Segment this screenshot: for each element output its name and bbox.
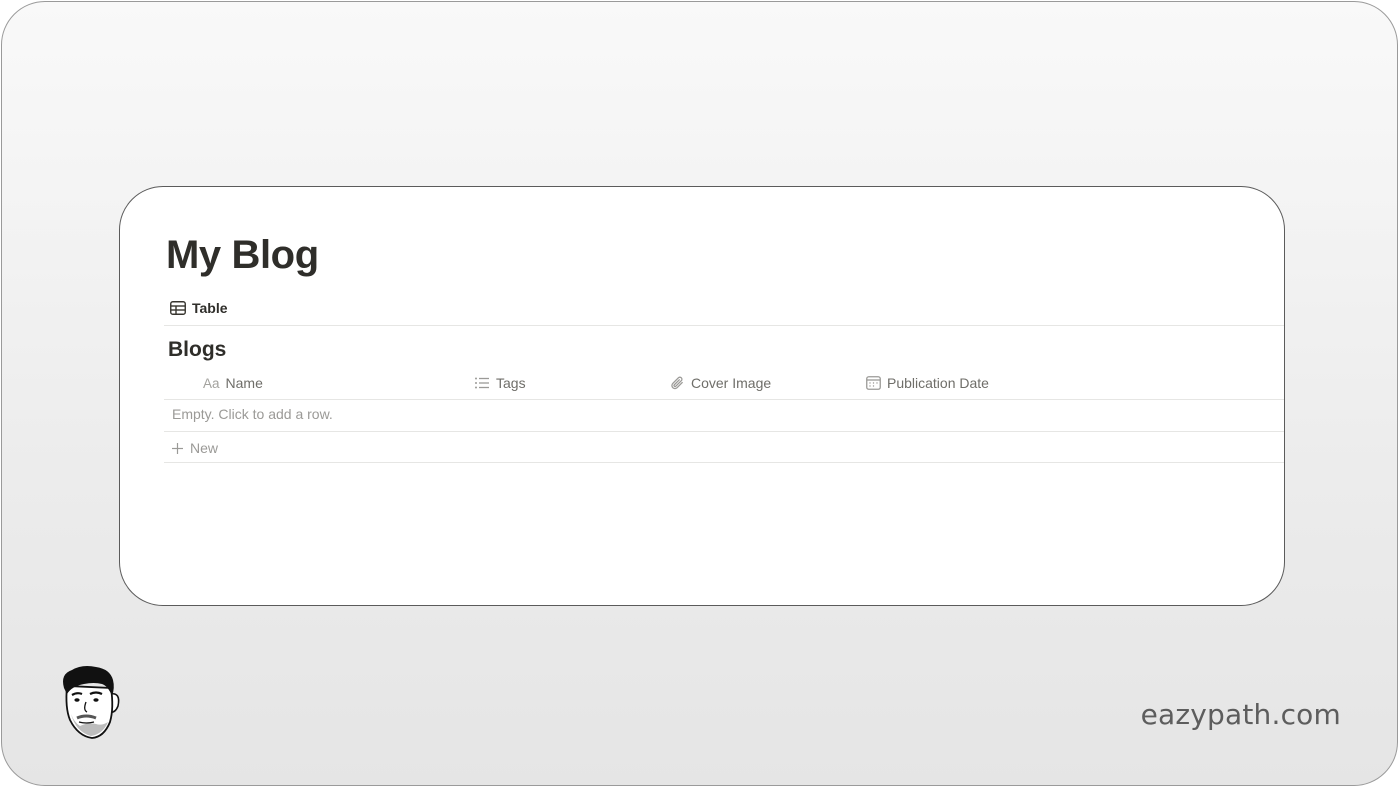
column-header-cover-image[interactable]: Cover Image bbox=[670, 371, 771, 395]
table-icon bbox=[170, 301, 186, 315]
view-tab-label: Table bbox=[192, 300, 228, 316]
column-header-tags[interactable]: Tags bbox=[474, 371, 526, 395]
calendar-icon bbox=[866, 376, 881, 390]
view-divider bbox=[164, 325, 1284, 326]
column-header-label: Cover Image bbox=[691, 375, 772, 391]
column-header-label: Publication Date bbox=[887, 375, 989, 391]
site-brand: eazypath.com bbox=[1140, 698, 1341, 731]
new-row-button[interactable]: New bbox=[171, 437, 218, 459]
new-row-label: New bbox=[190, 440, 219, 456]
text-type-icon: Aa bbox=[203, 375, 220, 391]
row-divider bbox=[164, 431, 1284, 432]
column-header-label: Name bbox=[225, 375, 263, 391]
notion-page-card: My Blog Table Blogs Aa Name Tags Cover I… bbox=[119, 186, 1285, 606]
database-title[interactable]: Blogs bbox=[168, 338, 226, 362]
empty-table-placeholder[interactable]: Empty. Click to add a row. bbox=[172, 406, 333, 422]
view-tab-table[interactable]: Table bbox=[170, 297, 228, 319]
column-header-label: Tags bbox=[496, 375, 526, 391]
plus-icon bbox=[171, 442, 184, 455]
paperclip-icon bbox=[670, 376, 685, 391]
column-header-name[interactable]: Aa Name bbox=[203, 371, 263, 395]
outer-frame: My Blog Table Blogs Aa Name Tags Cover I… bbox=[1, 1, 1398, 786]
page-title: My Blog bbox=[166, 233, 319, 277]
author-avatar-illustration bbox=[58, 664, 124, 742]
table-bottom-divider bbox=[164, 462, 1284, 463]
header-divider bbox=[164, 399, 1284, 400]
column-header-publication-date[interactable]: Publication Date bbox=[866, 371, 989, 395]
list-icon bbox=[474, 376, 490, 390]
